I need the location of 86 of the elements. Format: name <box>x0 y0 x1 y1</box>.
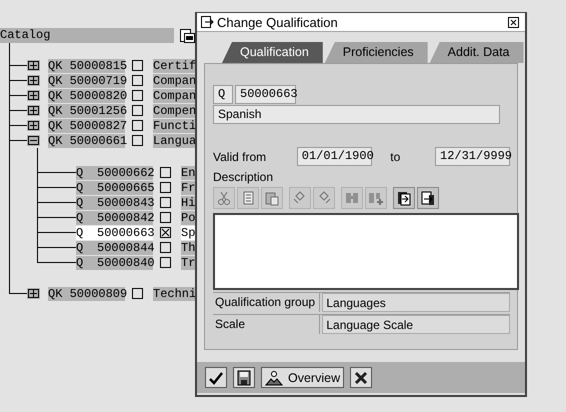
import-button[interactable] <box>393 187 415 209</box>
tree-node-type[interactable]: Q <box>76 180 97 194</box>
checkbox[interactable] <box>132 120 143 131</box>
tree-node-id[interactable]: QK 50000809 <box>48 286 125 300</box>
expand-icon[interactable] <box>27 90 40 101</box>
tree-line <box>9 118 27 133</box>
object-type-field[interactable]: Q <box>213 85 233 104</box>
tree-node-id[interactable]: QK 50000719 <box>48 74 125 88</box>
tree-node-type[interactable]: Q <box>76 240 97 254</box>
object-name-field[interactable]: Spanish <box>213 105 500 124</box>
cancel-icon <box>354 370 368 384</box>
tree-node-type[interactable]: Q <box>76 166 97 180</box>
window-title: Change Qualification <box>217 14 339 30</box>
tree-node-id[interactable]: QK 50000827 <box>48 118 125 132</box>
expand-icon[interactable] <box>27 120 40 131</box>
tree-node-id[interactable]: 50000665 <box>97 180 153 194</box>
tree-node-id[interactable]: 50000844 <box>97 240 153 254</box>
info-value: Languages <box>322 293 510 312</box>
tab[interactable]: Addit. Data <box>430 42 524 63</box>
document-arrow-icon <box>420 190 436 206</box>
tree-node-id[interactable]: 50000840 <box>97 256 153 270</box>
tree-node-id[interactable]: QK 50000820 <box>48 88 125 102</box>
tree-node-id[interactable]: 50000662 <box>97 166 153 180</box>
cancel-button[interactable] <box>350 367 372 388</box>
checkbox[interactable] <box>132 75 143 86</box>
save-button[interactable] <box>233 367 255 388</box>
landscape-icon <box>265 370 283 386</box>
tab[interactable]: Proficiencies <box>324 42 428 63</box>
tree-line <box>37 225 76 240</box>
tree-line <box>37 195 76 210</box>
checkbox[interactable] <box>160 197 171 208</box>
tree-node-type[interactable]: Q <box>76 256 97 270</box>
tree-node-id[interactable]: QK 50001256 <box>48 104 125 118</box>
to-label: to <box>390 150 402 164</box>
tree-line <box>37 180 76 195</box>
scissors-icon <box>216 190 232 206</box>
description-label: Description <box>213 170 274 184</box>
confirm-button[interactable] <box>205 367 227 388</box>
checkbox[interactable] <box>132 60 143 71</box>
paste-icon <box>264 190 280 206</box>
tree-node-id[interactable]: QK 50000815 <box>48 58 125 72</box>
checkbox[interactable] <box>160 242 171 253</box>
checkbox[interactable] <box>132 288 143 299</box>
checkbox[interactable] <box>132 90 143 101</box>
document-arrow-icon <box>396 190 412 206</box>
tree-line <box>37 210 76 225</box>
description-field[interactable] <box>213 213 519 290</box>
close-icon[interactable] <box>508 16 519 28</box>
valid-from-label: Valid from <box>213 150 268 164</box>
expand-icon[interactable] <box>27 60 40 71</box>
expand-icon[interactable] <box>27 105 40 116</box>
valid-to-field[interactable]: 12/31/9999 <box>435 147 510 166</box>
info-value: Language Scale <box>322 315 510 334</box>
tree-node-type[interactable]: Q <box>76 226 97 240</box>
checkbox[interactable] <box>132 135 143 146</box>
tree-line <box>9 103 27 118</box>
tree-node-id[interactable]: QK 50000661 <box>48 134 125 148</box>
save-icon <box>237 370 251 386</box>
tree-node-id[interactable]: 50000663 <box>97 226 153 240</box>
tree-line <box>9 88 27 103</box>
overview-button[interactable]: Overview <box>261 367 344 388</box>
checkbox[interactable] <box>160 212 171 223</box>
expand-icon[interactable] <box>27 75 40 86</box>
export-button[interactable] <box>417 187 439 209</box>
checkbox[interactable] <box>160 167 171 178</box>
window-icon <box>201 16 214 28</box>
binoculars-plus-icon <box>368 190 384 206</box>
tree-node-type[interactable]: Q <box>76 196 97 210</box>
valid-from-field[interactable]: 01/01/1900 <box>296 147 372 166</box>
tree-node-id[interactable]: 50000842 <box>97 210 153 224</box>
tree-line <box>9 73 27 88</box>
info-label: Qualification group <box>213 293 320 312</box>
tab[interactable]: Qualification <box>222 42 323 63</box>
expand-icon[interactable] <box>27 288 40 299</box>
tree-node-id[interactable]: 50000843 <box>97 196 153 210</box>
checkmark-icon <box>209 370 223 384</box>
info-label: Scale <box>213 315 320 334</box>
checkbox[interactable] <box>160 182 171 193</box>
binoculars-icon <box>344 190 360 206</box>
collapse-icon[interactable] <box>27 135 40 146</box>
object-id-field[interactable]: 50000663 <box>235 85 296 104</box>
catalog-header: Catalog <box>0 28 174 43</box>
checkbox[interactable] <box>160 257 171 268</box>
checkbox[interactable] <box>132 105 143 116</box>
checkbox[interactable] <box>160 227 171 238</box>
tree-node-type[interactable]: Q <box>76 210 97 224</box>
